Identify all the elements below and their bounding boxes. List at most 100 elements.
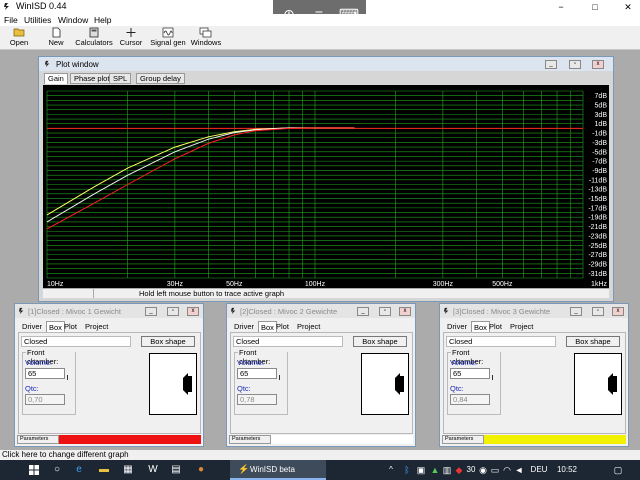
parameters-bar[interactable]: Parameters bbox=[229, 435, 413, 444]
tab-plot[interactable]: Plot bbox=[62, 321, 79, 332]
plot-window-titlebar[interactable]: Plot window _ ▫ x bbox=[39, 57, 613, 71]
plot-close-button[interactable]: x bbox=[592, 60, 604, 69]
plot-minimize-button[interactable]: _ bbox=[545, 60, 557, 69]
tab-driver[interactable]: Driver bbox=[232, 321, 256, 332]
box-shape-diagram bbox=[361, 353, 409, 415]
qtc-field: 0,70 bbox=[25, 394, 65, 405]
x-tick-label: 10Hz bbox=[47, 281, 64, 288]
signal-gen-label: Signal gen bbox=[150, 38, 186, 47]
volume-icon[interactable]: ◄ bbox=[514, 463, 524, 477]
plot-restore-button[interactable]: ▫ bbox=[569, 60, 581, 69]
box-window-title: [3]Closed : Mivoc 3 Gewichte bbox=[453, 307, 551, 316]
box-minimize-button[interactable]: _ bbox=[357, 307, 369, 316]
y-tick-label: -15dB bbox=[588, 196, 607, 203]
start-icon[interactable] bbox=[29, 465, 39, 475]
file-explorer-icon[interactable]: ▬ bbox=[96, 463, 112, 477]
box-type-field[interactable]: Closed bbox=[21, 336, 131, 347]
tab-gain[interactable]: Gain bbox=[44, 73, 68, 84]
bluetooth-icon[interactable]: ᛒ bbox=[402, 463, 412, 477]
cursor-button[interactable]: Cursor bbox=[118, 27, 144, 49]
tab-group-delay[interactable]: Group delay bbox=[136, 73, 185, 84]
close-button[interactable]: ✕ bbox=[617, 0, 639, 14]
firefox-icon[interactable]: ● bbox=[194, 463, 208, 477]
network-icon[interactable]: ▥ bbox=[442, 463, 452, 477]
volume-input[interactable]: 65 bbox=[25, 368, 65, 379]
box-close-button[interactable]: x bbox=[399, 307, 411, 316]
folder-icon bbox=[13, 28, 25, 37]
calculators-button[interactable]: Calculators bbox=[74, 27, 114, 49]
box-minimize-button[interactable]: _ bbox=[145, 307, 157, 316]
app-small-icon bbox=[18, 307, 24, 315]
tab-plot[interactable]: Plot bbox=[274, 321, 291, 332]
box-close-button[interactable]: x bbox=[187, 307, 199, 316]
gain-plot[interactable]: 7dB 5dB 3dB 1dB -1dB -3dB -5dB -7dB -9dB -11dB -13… bbox=[43, 85, 609, 288]
box-restore-button[interactable]: ▫ bbox=[167, 307, 179, 316]
tab-phase-plot[interactable]: Phase plot bbox=[70, 73, 114, 84]
box-type-field[interactable]: Closed bbox=[233, 336, 343, 347]
box-restore-button[interactable]: ▫ bbox=[379, 307, 391, 316]
y-tick-label: -1dB bbox=[592, 131, 607, 138]
notification-icon[interactable]: ▢ bbox=[612, 463, 624, 477]
tab-driver[interactable]: Driver bbox=[445, 321, 469, 332]
y-tick-label: -31dB bbox=[588, 271, 607, 278]
tab-plot[interactable]: Plot bbox=[487, 321, 504, 332]
tray-chevron-icon[interactable]: ^ bbox=[386, 463, 396, 477]
box-window-3: [3]Closed : Mivoc 3 Gewichte _ ▫ x Driver Box… bbox=[439, 303, 629, 447]
battery-icon[interactable]: ▭ bbox=[490, 463, 500, 477]
y-tick-label: -5dB bbox=[592, 149, 607, 156]
signal-gen-button[interactable]: Signal gen bbox=[150, 27, 186, 49]
parameters-bar[interactable]: Parameters bbox=[442, 435, 626, 444]
box-minimize-button[interactable]: _ bbox=[570, 307, 582, 316]
calculators-label: Calculators bbox=[75, 38, 113, 47]
calculator-taskbar-icon[interactable]: ▤ bbox=[169, 463, 183, 477]
volume-input[interactable]: 65 bbox=[450, 368, 490, 379]
box-type-field[interactable]: Closed bbox=[446, 336, 556, 347]
shield-icon[interactable]: ◆ bbox=[454, 463, 464, 477]
project-color-bar[interactable] bbox=[484, 435, 626, 444]
tray-app2-icon[interactable]: ◉ bbox=[478, 463, 488, 477]
project-color-bar[interactable] bbox=[271, 435, 413, 444]
minimize-button[interactable]: − bbox=[550, 0, 572, 14]
y-tick-label: -29dB bbox=[588, 261, 607, 268]
menu-file[interactable]: File bbox=[4, 15, 18, 25]
box-shape-button[interactable]: Box shape bbox=[141, 336, 195, 347]
app-status-bar[interactable]: Click here to change different graph bbox=[0, 450, 640, 460]
box-shape-button[interactable]: Box shape bbox=[353, 336, 407, 347]
wifi-icon[interactable]: ◠ bbox=[502, 463, 512, 477]
clock[interactable]: 10:52 bbox=[552, 463, 582, 477]
volume-input[interactable]: 65 bbox=[237, 368, 277, 379]
app-small-icon bbox=[44, 60, 50, 68]
open-button[interactable]: Open bbox=[6, 27, 32, 49]
new-button[interactable]: New bbox=[44, 27, 68, 49]
tab-project[interactable]: Project bbox=[508, 321, 535, 332]
store-icon[interactable]: ▦ bbox=[120, 463, 136, 477]
nvidia-icon[interactable]: ▲ bbox=[430, 463, 440, 477]
taskbar-active-app[interactable]: ⚡ WinISD beta bbox=[230, 460, 326, 480]
tab-driver[interactable]: Driver bbox=[20, 321, 44, 332]
tab-spl[interactable]: SPL bbox=[109, 73, 132, 84]
tab-project[interactable]: Project bbox=[83, 321, 110, 332]
box-window-titlebar[interactable]: [3]Closed : Mivoc 3 Gewichte _ ▫ x bbox=[440, 304, 628, 318]
edge-icon[interactable]: e bbox=[71, 463, 87, 477]
parameters-bar[interactable]: Parameters bbox=[17, 435, 201, 444]
menu-help[interactable]: Help bbox=[94, 15, 111, 25]
tray-app-icon[interactable]: ▣ bbox=[416, 463, 426, 477]
maximize-button[interactable]: □ bbox=[584, 0, 606, 14]
new-label: New bbox=[48, 38, 64, 47]
plot-status-line: Hold left mouse button to trace active g… bbox=[43, 288, 609, 298]
box-window-titlebar[interactable]: [2]Closed : Mivoc 2 Gewichte _ ▫ x bbox=[227, 304, 415, 318]
project-color-bar[interactable] bbox=[59, 435, 201, 444]
box-window-titlebar[interactable]: [1]Closed : Mivoc 1 Gewicht _ ▫ x bbox=[15, 304, 203, 318]
tab-project[interactable]: Project bbox=[295, 321, 322, 332]
box-close-button[interactable]: x bbox=[612, 307, 624, 316]
language-indicator[interactable]: DEU bbox=[530, 463, 548, 477]
y-tick-label: -23dB bbox=[588, 233, 607, 240]
search-icon[interactable]: ○ bbox=[48, 463, 66, 477]
word-icon[interactable]: W bbox=[145, 463, 161, 477]
windows-button[interactable]: Windows bbox=[190, 27, 222, 49]
menu-window[interactable]: Window bbox=[58, 15, 88, 25]
box-restore-button[interactable]: ▫ bbox=[592, 307, 604, 316]
menu-utilities[interactable]: Utilities bbox=[24, 15, 51, 25]
box-shape-button[interactable]: Box shape bbox=[566, 336, 620, 347]
box-shape-diagram bbox=[149, 353, 197, 415]
